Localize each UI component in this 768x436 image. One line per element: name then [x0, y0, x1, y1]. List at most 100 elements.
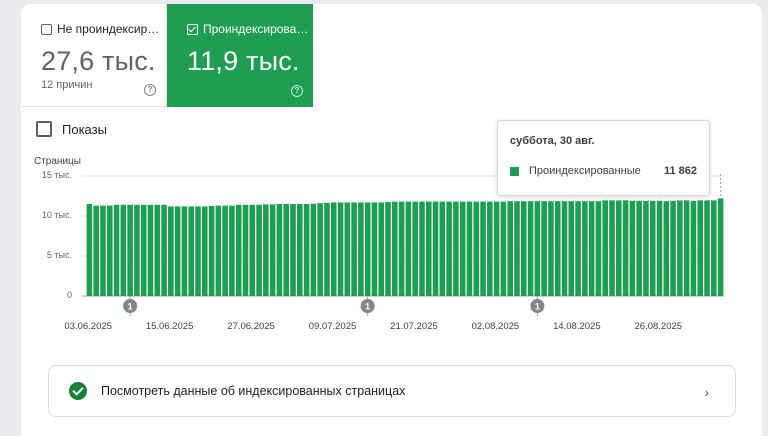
chart-bar[interactable] — [500, 201, 507, 296]
chart-bar[interactable] — [520, 201, 527, 296]
chart-bar[interactable] — [595, 201, 602, 296]
chart-bar[interactable] — [385, 202, 391, 296]
chart-bar[interactable] — [568, 201, 575, 296]
chart-bar[interactable] — [283, 204, 290, 296]
chart-bar[interactable] — [358, 202, 364, 296]
chart-bar[interactable] — [222, 205, 228, 296]
chart-bar[interactable] — [561, 201, 568, 296]
chart-bar[interactable] — [643, 200, 649, 296]
chart-bar[interactable] — [432, 201, 439, 296]
chart-bar[interactable] — [378, 202, 385, 296]
chart-bar[interactable] — [100, 205, 106, 296]
chart-bar[interactable] — [168, 206, 174, 296]
view-indexed-pages-link[interactable]: Посмотреть данные об индексированных стр… — [48, 365, 736, 417]
chart-bar[interactable] — [161, 204, 167, 296]
chart-bar[interactable] — [201, 206, 208, 296]
chart-bar[interactable] — [534, 201, 541, 296]
chart-bar[interactable] — [249, 204, 256, 296]
chart-bar[interactable] — [487, 201, 493, 296]
chart-bar[interactable] — [215, 205, 222, 296]
chart-bar[interactable] — [629, 200, 636, 296]
chart-bar[interactable] — [188, 206, 194, 296]
chart-bar[interactable] — [554, 201, 561, 296]
chart-bar[interactable] — [263, 204, 269, 296]
chart-bar[interactable] — [242, 204, 249, 296]
chart-bar[interactable] — [337, 202, 344, 296]
chart-bar[interactable] — [208, 206, 215, 296]
chart-bar[interactable] — [466, 201, 473, 296]
chart-bar[interactable] — [154, 204, 161, 296]
chart-bar[interactable] — [514, 201, 520, 296]
chart-bar[interactable] — [717, 198, 724, 296]
chart-bar[interactable] — [127, 204, 133, 296]
chart-bar[interactable] — [527, 201, 534, 296]
chart-bar[interactable] — [602, 200, 609, 296]
chart-bar[interactable] — [120, 204, 127, 296]
annotation-marker-icon[interactable]: 1 — [530, 296, 545, 316]
chart-bar[interactable] — [256, 204, 262, 296]
chart-bar[interactable] — [297, 204, 303, 296]
chart-bar[interactable] — [303, 204, 310, 296]
chart-bar[interactable] — [405, 201, 412, 296]
chart-bar[interactable] — [290, 204, 296, 296]
chart-bar[interactable] — [425, 201, 432, 296]
chart-bar[interactable] — [351, 202, 357, 296]
chart-bar[interactable] — [195, 206, 201, 296]
chart-bar[interactable] — [548, 201, 554, 296]
x-tick-label: 02.08.2025 — [471, 321, 520, 332]
chart-bar[interactable] — [419, 201, 425, 296]
chart-bar[interactable] — [344, 202, 351, 296]
annotation-marker-icon[interactable]: 1 — [360, 296, 375, 316]
chart-bar[interactable] — [439, 201, 446, 296]
chart-bar[interactable] — [670, 200, 676, 296]
chart-bar[interactable] — [317, 203, 323, 296]
chart-bar[interactable] — [113, 204, 120, 296]
chart-bar[interactable] — [174, 206, 181, 296]
chart-bar[interactable] — [622, 200, 629, 296]
chart-bar[interactable] — [392, 201, 398, 296]
chart-bar[interactable] — [480, 201, 486, 296]
chart-bar[interactable] — [588, 201, 595, 296]
chart-bar[interactable] — [507, 201, 513, 296]
chart-bar[interactable] — [364, 202, 371, 296]
chart-bar[interactable] — [493, 201, 500, 296]
chart-bar[interactable] — [235, 204, 242, 296]
chart-bar[interactable] — [147, 204, 154, 296]
chart-bar[interactable] — [330, 202, 337, 296]
chart-bar[interactable] — [453, 201, 459, 296]
chart-bar[interactable] — [582, 201, 588, 296]
chevron-right-icon[interactable]: › — [704, 384, 709, 400]
chart-bar[interactable] — [106, 205, 113, 296]
chart-bar[interactable] — [93, 205, 99, 296]
chart-bar[interactable] — [398, 201, 405, 296]
chart-bar[interactable] — [140, 204, 147, 296]
chart-bar[interactable] — [663, 201, 670, 296]
chart-bar[interactable] — [677, 200, 683, 296]
chart-bar[interactable] — [575, 201, 581, 296]
chart-bar[interactable] — [446, 201, 452, 296]
chart-bar[interactable] — [616, 200, 622, 296]
chart-bar[interactable] — [324, 202, 330, 296]
chart-bar[interactable] — [473, 201, 480, 296]
chart-bar[interactable] — [656, 200, 663, 296]
chart-bar[interactable] — [636, 200, 642, 296]
chart-bar[interactable] — [86, 204, 93, 296]
chart-bar[interactable] — [371, 202, 378, 296]
chart-bar[interactable] — [229, 205, 235, 296]
chart-bar[interactable] — [541, 201, 547, 296]
chart-bar[interactable] — [697, 200, 704, 296]
chart-bar[interactable] — [276, 204, 283, 296]
annotation-marker-icon[interactable]: 1 — [123, 296, 138, 316]
chart-bar[interactable] — [683, 200, 690, 296]
chart-bar[interactable] — [310, 203, 317, 296]
chart-bar[interactable] — [181, 206, 188, 296]
chart-bar[interactable] — [459, 201, 466, 296]
chart-bar[interactable] — [690, 200, 697, 296]
chart-bar[interactable] — [269, 204, 276, 296]
chart-bar[interactable] — [704, 200, 710, 296]
chart-bar[interactable] — [711, 200, 717, 296]
chart-bar[interactable] — [412, 201, 418, 296]
chart-bar[interactable] — [649, 200, 656, 296]
chart-bar[interactable] — [134, 204, 140, 296]
chart-bar[interactable] — [609, 200, 615, 296]
